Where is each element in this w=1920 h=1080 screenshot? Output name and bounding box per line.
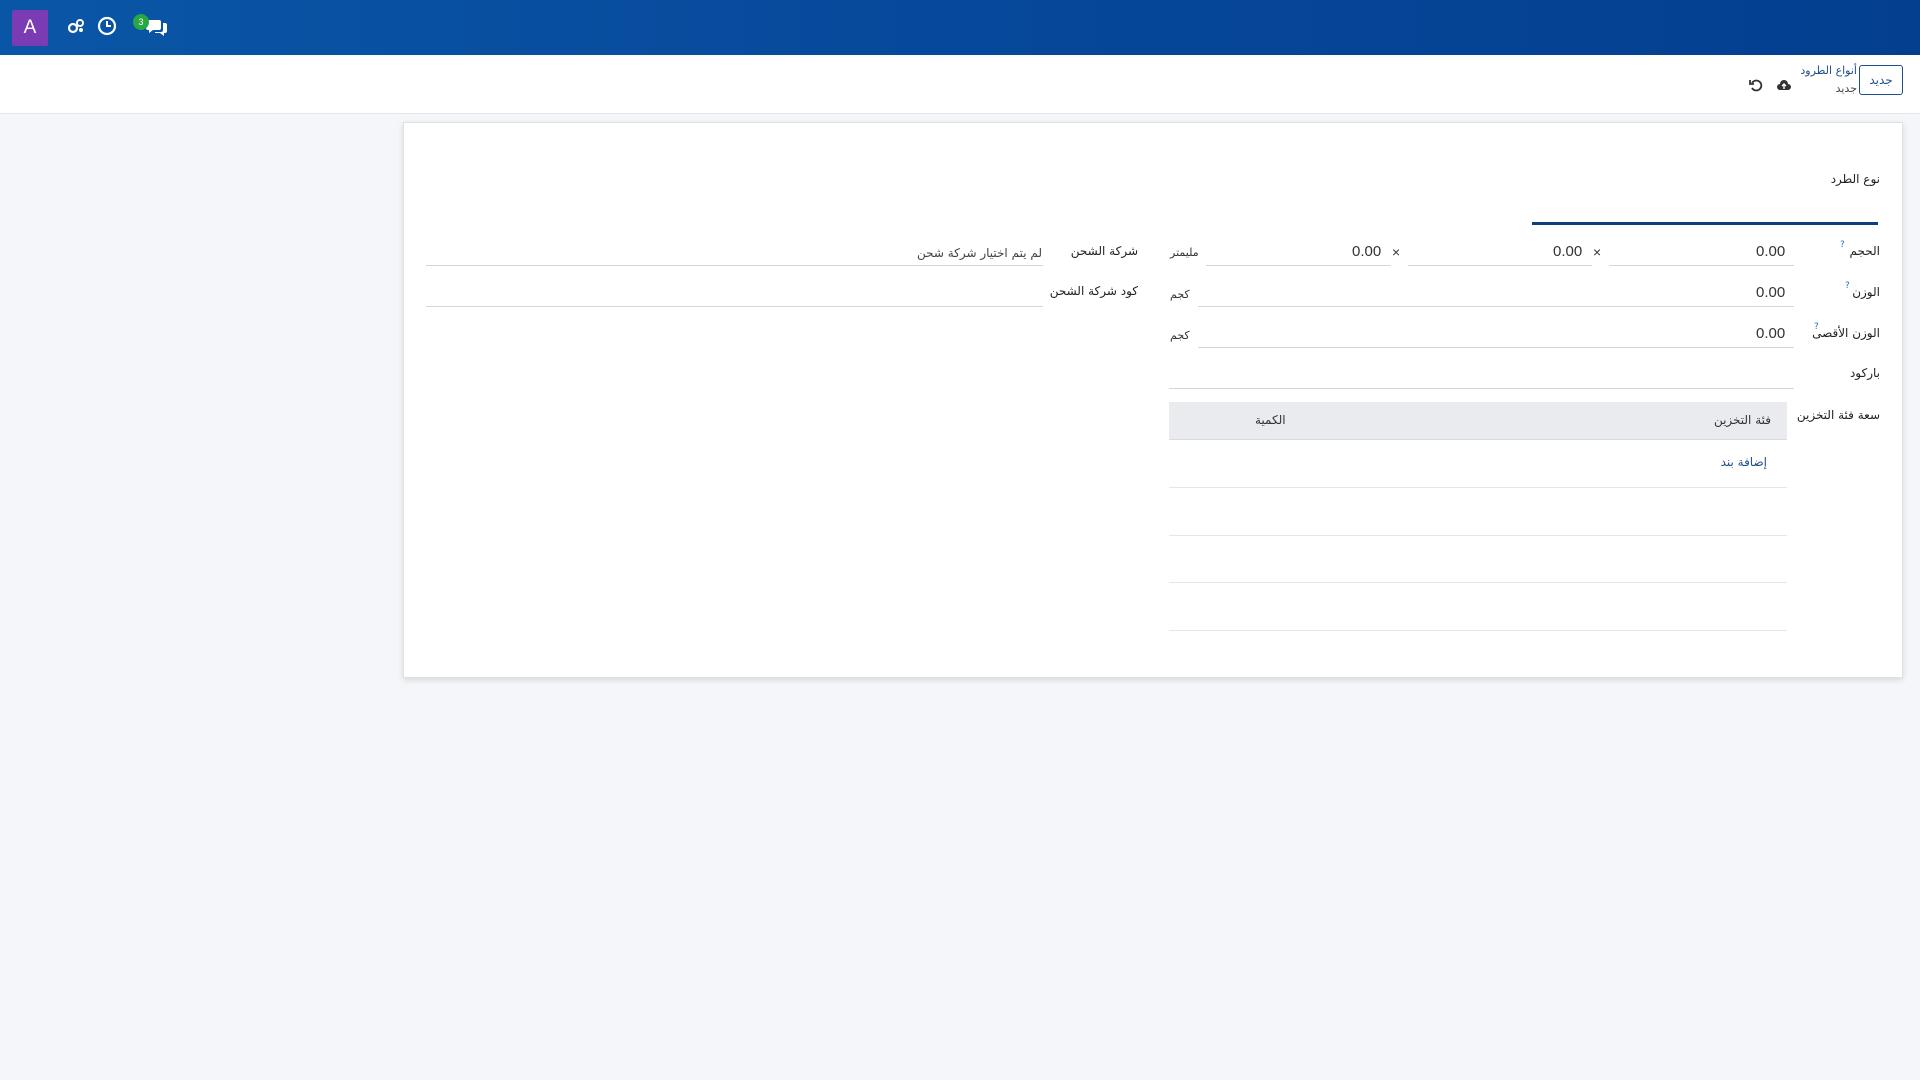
size-help[interactable]: ? [1840,240,1845,250]
max-weight-label: الوزن الأقصى [1812,326,1880,340]
carrier-code-field[interactable] [426,306,1043,307]
barcode-label: باركود [1849,366,1880,380]
barcode-field[interactable] [1169,388,1794,389]
carrier-label: شركة الشحن [1070,244,1138,258]
size-separator: × [1593,244,1602,260]
add-line-link[interactable]: إضافة بند [1721,455,1767,469]
storage-capacity-label: سعة فئة التخزين [1796,408,1880,422]
table-row [1169,488,1787,536]
user-avatar[interactable]: A [12,10,48,46]
weight-help[interactable]: ? [1845,281,1850,291]
carrier-placeholder[interactable]: لم يتم اختيار شركة شحن [917,246,1042,260]
max-weight-field[interactable] [1198,347,1794,348]
new-button[interactable]: جديد [1859,65,1903,95]
column-storage-category[interactable]: فئة التخزين [1714,413,1771,427]
weight-label: الوزن [1852,285,1880,299]
size-label: الحجم [1849,244,1880,258]
breadcrumb-current: جديد [1835,82,1857,95]
clock-icon[interactable] [96,15,118,37]
column-quantity[interactable]: الكمية [1255,413,1286,427]
table-row: إضافة بند [1169,440,1787,488]
chat-badge: 3 [133,14,149,30]
cloud-save-icon[interactable] [1776,77,1792,93]
weight-unit: كجم [1170,288,1190,301]
top-navbar: A 3 [0,0,1920,55]
activity-icon[interactable] [65,15,87,37]
size-length-value[interactable]: 0.00 [1756,243,1785,260]
size-height-field[interactable] [1206,265,1391,266]
storage-table-header: فئة التخزين الكمية [1169,402,1787,440]
breadcrumb-parent[interactable]: أنواع الطرود [1800,64,1857,77]
package-type-label: نوع الطرد [1830,172,1880,186]
package-type-name-input[interactable] [1532,222,1878,225]
size-width-field[interactable] [1408,265,1592,266]
weight-field[interactable] [1198,306,1794,307]
size-width-value[interactable]: 0.00 [1553,243,1582,260]
max-weight-help[interactable]: ? [1814,322,1819,332]
carrier-field[interactable] [426,265,1043,266]
control-panel: جديد أنواع الطرود جديد [0,55,1920,114]
table-row [1169,583,1787,631]
size-separator-2: × [1392,244,1401,260]
carrier-code-label: كود شركة الشحن [1049,284,1138,298]
size-unit: مليمتر [1170,246,1199,259]
size-height-value[interactable]: 0.00 [1352,243,1381,260]
weight-value[interactable]: 0.00 [1756,284,1785,301]
max-weight-value[interactable]: 0.00 [1756,325,1785,342]
size-length-field[interactable] [1609,265,1794,266]
max-weight-unit: كجم [1170,329,1190,342]
chat-icon[interactable] [145,15,169,37]
table-row [1169,535,1787,583]
discard-icon[interactable] [1748,77,1764,93]
